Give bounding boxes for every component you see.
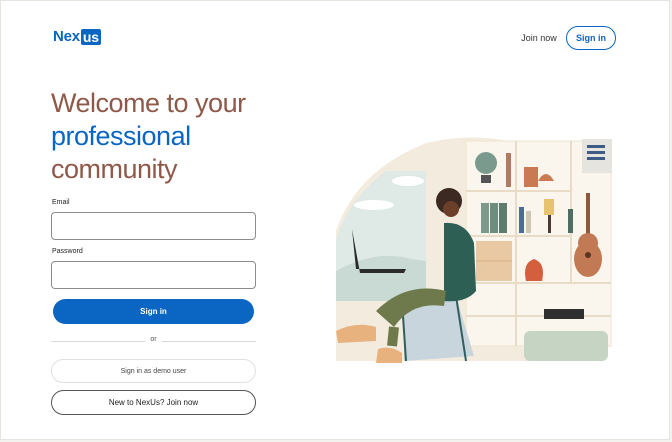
cloud-1 bbox=[392, 176, 424, 186]
password-field[interactable] bbox=[51, 261, 256, 289]
join-now-button[interactable]: New to NexUs? Join now bbox=[51, 390, 256, 415]
password-label: Password bbox=[52, 248, 83, 255]
or-divider: or bbox=[51, 336, 256, 348]
title-line-1: Welcome to your bbox=[51, 88, 246, 118]
sign-in-button[interactable]: Sign in bbox=[53, 299, 254, 324]
ottoman bbox=[524, 331, 608, 361]
title-line-2: professional bbox=[51, 121, 191, 151]
divider-line-right bbox=[162, 341, 256, 342]
globe bbox=[475, 152, 497, 174]
lamp bbox=[544, 199, 554, 215]
title-line-3: community bbox=[51, 154, 178, 184]
email-field[interactable] bbox=[51, 212, 256, 240]
picture-frame bbox=[582, 139, 612, 173]
page-title: Welcome to your professional community bbox=[51, 87, 311, 186]
logo-text: Nex bbox=[53, 28, 80, 45]
hero-illustration bbox=[336, 137, 612, 363]
logo-box: us bbox=[80, 28, 101, 45]
logo[interactable]: Nex us bbox=[53, 28, 101, 45]
binders bbox=[481, 203, 489, 233]
cloud-2 bbox=[354, 200, 394, 210]
header-sign-in-button[interactable]: Sign in bbox=[566, 26, 616, 50]
join-now-link[interactable]: Join now bbox=[509, 26, 569, 50]
email-label: Email bbox=[52, 199, 70, 206]
page: Nex us Join now Sign in Welcome to your p… bbox=[0, 0, 670, 440]
demo-sign-in-button[interactable]: Sign in as demo user bbox=[51, 359, 256, 383]
